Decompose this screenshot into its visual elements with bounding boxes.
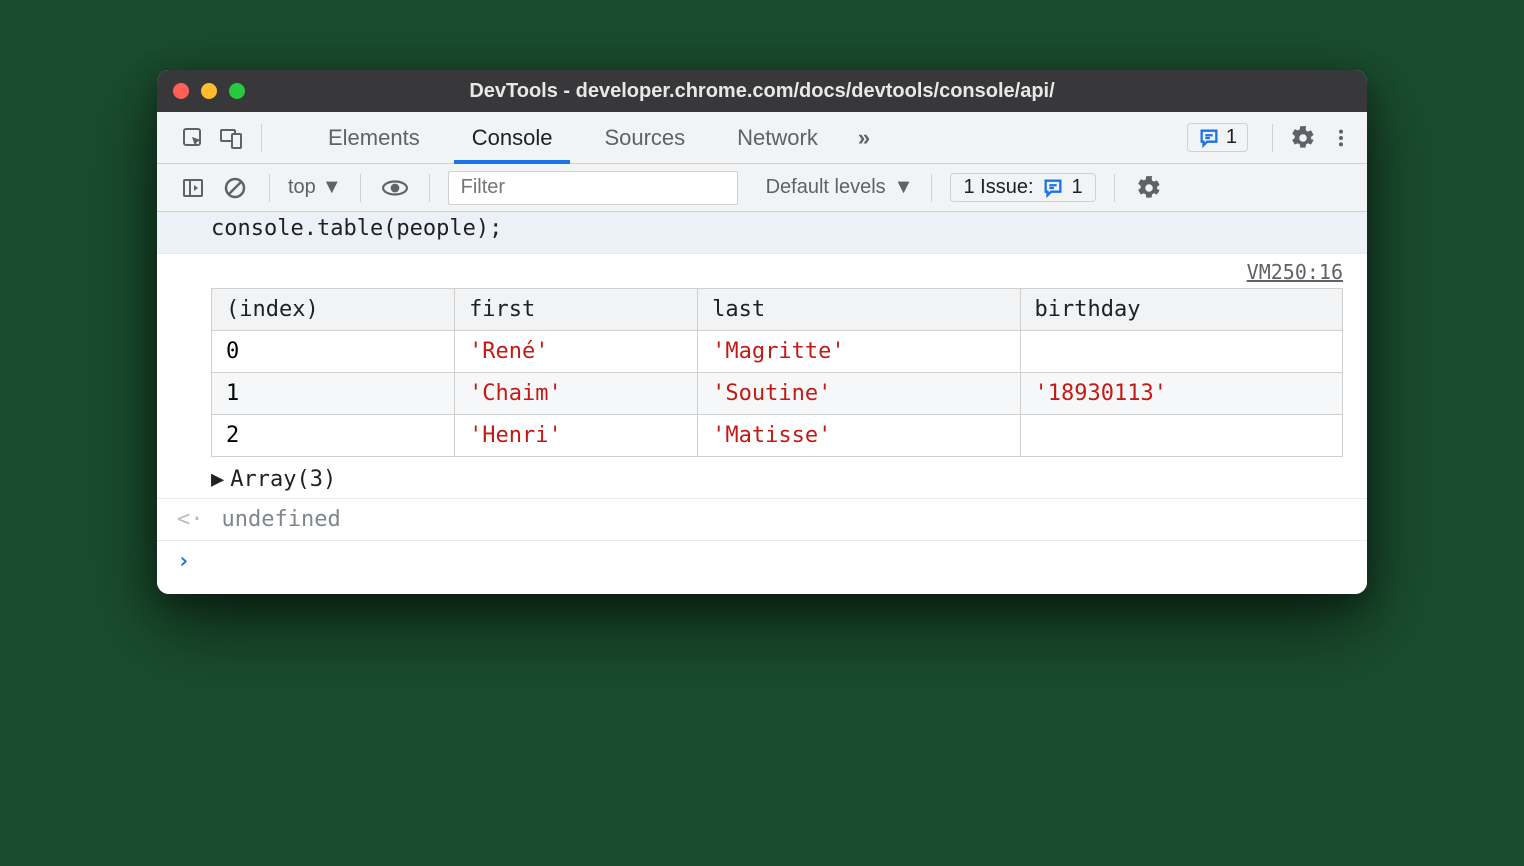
- issues-button[interactable]: 1 Issue: 1: [950, 173, 1095, 202]
- messages-count: 1: [1226, 126, 1237, 149]
- issues-label: 1 Issue:: [963, 176, 1033, 199]
- context-selector[interactable]: top ▼: [288, 176, 342, 199]
- issues-count: 1: [1072, 176, 1083, 199]
- separator: [360, 174, 361, 202]
- device-toolbar-icon[interactable]: [215, 122, 247, 154]
- cell-birthday: [1020, 415, 1342, 457]
- cell-index: 2: [212, 415, 455, 457]
- separator: [429, 174, 430, 202]
- more-menu-icon[interactable]: [1325, 122, 1357, 154]
- cell-first: 'René': [455, 331, 698, 373]
- console-input-echo: console.table(people);: [157, 212, 1367, 254]
- table-row[interactable]: 0 'René' 'Magritte': [212, 331, 1343, 373]
- cell-last: 'Soutine': [698, 373, 1020, 415]
- minimize-icon[interactable]: [201, 83, 217, 99]
- separator: [931, 174, 932, 202]
- tab-network[interactable]: Network: [711, 112, 844, 163]
- cell-birthday: [1020, 331, 1342, 373]
- levels-label: Default levels: [766, 176, 886, 199]
- tab-elements[interactable]: Elements: [302, 112, 446, 163]
- log-levels-selector[interactable]: Default levels ▼: [766, 176, 914, 199]
- console-toolbar: top ▼ Default levels ▼ 1 Issue: 1: [157, 164, 1367, 212]
- titlebar: DevTools - developer.chrome.com/docs/dev…: [157, 70, 1367, 112]
- col-first[interactable]: first: [455, 289, 698, 331]
- settings-icon[interactable]: [1287, 122, 1319, 154]
- cell-last: 'Matisse': [698, 415, 1020, 457]
- cell-index: 1: [212, 373, 455, 415]
- col-last[interactable]: last: [698, 289, 1020, 331]
- maximize-icon[interactable]: [229, 83, 245, 99]
- separator: [269, 174, 270, 202]
- cell-first: 'Chaim': [455, 373, 698, 415]
- messages-button[interactable]: 1: [1187, 123, 1248, 152]
- cell-last: 'Magritte': [698, 331, 1020, 373]
- close-icon[interactable]: [173, 83, 189, 99]
- console-table: (index) first last birthday 0 'René' 'Ma…: [211, 288, 1343, 457]
- message-icon: [1042, 177, 1064, 199]
- source-link[interactable]: VM250:16: [157, 254, 1367, 286]
- return-row: <· undefined: [157, 499, 1367, 541]
- sidebar-toggle-icon[interactable]: [177, 172, 209, 204]
- clear-console-icon[interactable]: [219, 172, 251, 204]
- separator: [1272, 124, 1273, 152]
- array-summary-label: Array(3): [230, 467, 336, 492]
- triangle-right-icon: ▶: [211, 467, 224, 492]
- table-row[interactable]: 1 'Chaim' 'Soutine' '18930113': [212, 373, 1343, 415]
- array-expand[interactable]: ▶ Array(3): [157, 461, 1367, 499]
- traffic-lights: [173, 83, 245, 99]
- table-row[interactable]: 2 'Henri' 'Matisse': [212, 415, 1343, 457]
- filter-input[interactable]: [448, 171, 738, 205]
- inspect-element-icon[interactable]: [177, 122, 209, 154]
- context-label: top: [288, 176, 316, 199]
- window-title: DevTools - developer.chrome.com/docs/dev…: [157, 80, 1367, 103]
- console-settings-icon[interactable]: [1133, 172, 1165, 204]
- chevron-down-icon: ▼: [322, 176, 342, 199]
- more-tabs-icon[interactable]: »: [844, 112, 884, 163]
- tab-console[interactable]: Console: [446, 112, 579, 163]
- separator: [261, 124, 262, 152]
- chevron-down-icon: ▼: [894, 176, 914, 199]
- devtools-window: DevTools - developer.chrome.com/docs/dev…: [157, 70, 1367, 594]
- col-index[interactable]: (index): [212, 289, 455, 331]
- live-expression-icon[interactable]: [379, 172, 411, 204]
- cell-birthday: '18930113': [1020, 373, 1342, 415]
- return-arrow-icon: <·: [177, 507, 204, 532]
- tab-strip: Elements Console Sources Network »: [302, 112, 884, 163]
- console-prompt[interactable]: ›: [157, 541, 1367, 594]
- message-icon: [1198, 127, 1220, 149]
- tab-sources[interactable]: Sources: [578, 112, 711, 163]
- console-output: console.table(people); VM250:16 (index) …: [157, 212, 1367, 594]
- col-birthday[interactable]: birthday: [1020, 289, 1342, 331]
- main-toolbar: Elements Console Sources Network » 1: [157, 112, 1367, 164]
- cell-first: 'Henri': [455, 415, 698, 457]
- cell-index: 0: [212, 331, 455, 373]
- table-header-row: (index) first last birthday: [212, 289, 1343, 331]
- return-value: undefined: [222, 507, 341, 532]
- separator: [1114, 174, 1115, 202]
- prompt-chevron-icon: ›: [177, 549, 190, 574]
